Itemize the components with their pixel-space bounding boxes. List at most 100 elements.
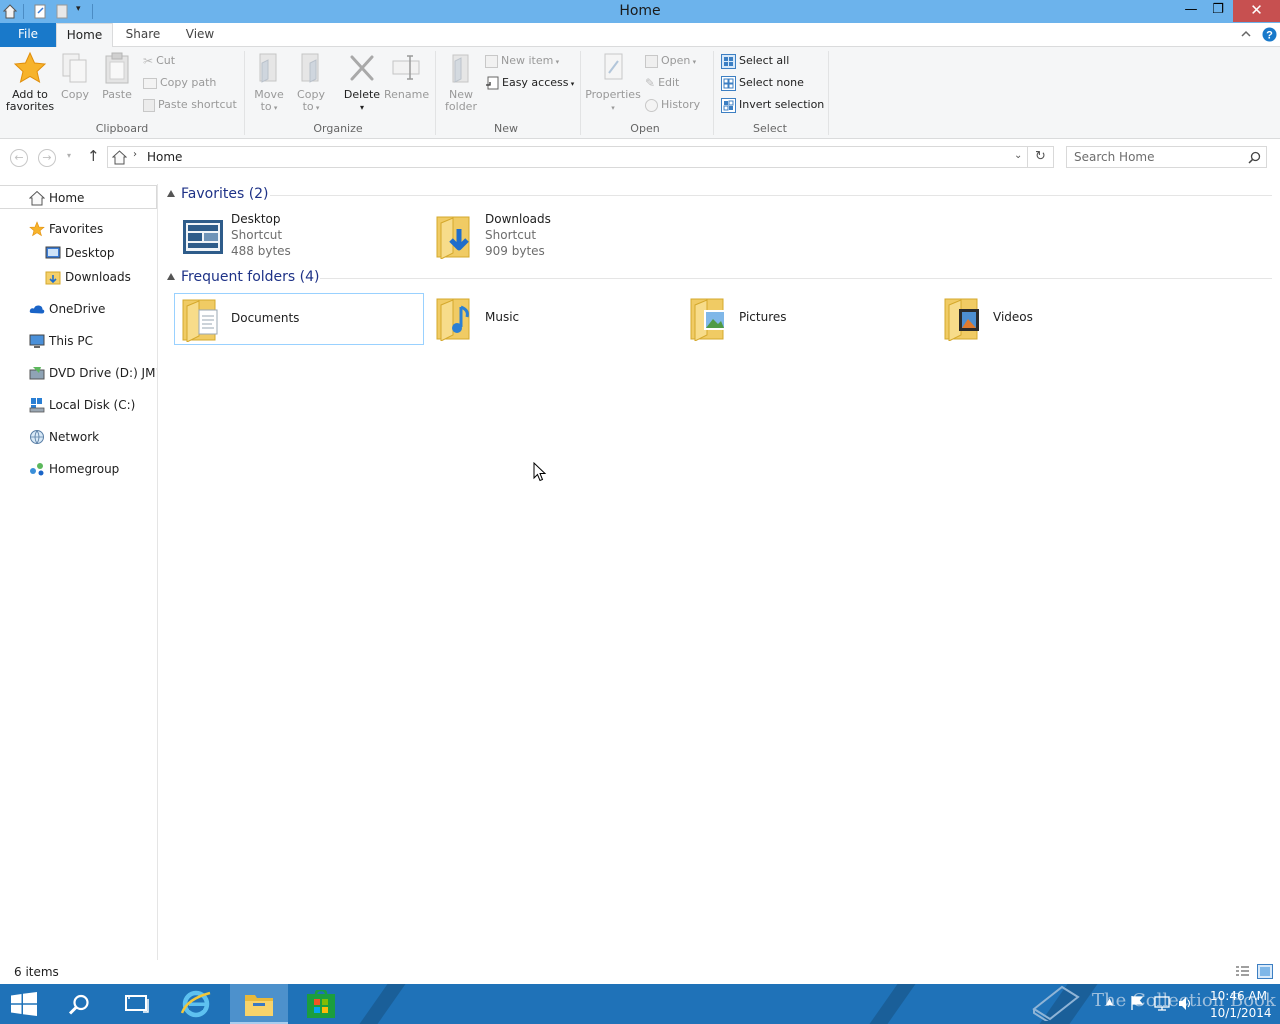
internet-explorer-button[interactable] (168, 984, 224, 1024)
history-label: History (661, 98, 701, 111)
invert-selection-icon (721, 97, 736, 113)
address-bar[interactable]: › Home ⌄ (107, 146, 1028, 168)
copy-path-button[interactable]: Copy path (143, 74, 216, 92)
back-button[interactable]: ← (10, 149, 28, 167)
copy-to-button[interactable]: Copy to ▾ (294, 51, 328, 114)
rename-button[interactable]: Rename (384, 51, 429, 101)
move-to-label-2: to (260, 100, 272, 113)
ribbon: Add to favorites Copy Paste ✂ Cut Copy pat… (0, 47, 1280, 139)
clock-date[interactable]: 10/1/2014 (1210, 1006, 1272, 1020)
tile-documents[interactable]: Documents (174, 293, 424, 345)
details-view-icon[interactable] (1235, 965, 1250, 978)
nav-item-dvd-drive[interactable]: DVD Drive (D:) JM1_C (0, 361, 157, 385)
properties-button[interactable]: Properties ▾ (585, 51, 641, 114)
tile-videos[interactable]: Videos (937, 293, 1187, 345)
downloads-folder-icon (436, 216, 470, 259)
paste-label: Paste (102, 88, 132, 101)
paste-icon (105, 52, 129, 84)
nav-item-this-pc[interactable]: This PC (0, 329, 157, 353)
tile-music[interactable]: Music (429, 293, 679, 345)
copy-button[interactable]: Copy (58, 51, 92, 101)
network-icon (30, 430, 44, 445)
add-to-favorites-button[interactable]: Add to favorites (4, 51, 56, 113)
search-button[interactable] (52, 984, 108, 1024)
up-button[interactable]: ↑ (87, 147, 100, 165)
open-button[interactable]: Open ▾ (645, 52, 696, 70)
edit-button[interactable]: ✎ Edit (645, 74, 679, 92)
volume-icon[interactable] (1178, 996, 1194, 1011)
help-icon[interactable]: ? (1262, 27, 1277, 42)
breadcrumb-home[interactable]: Home (147, 150, 182, 164)
easy-access-label: Easy access (502, 76, 569, 89)
search-input[interactable]: Search Home (1066, 146, 1267, 168)
large-icons-view-icon[interactable] (1257, 964, 1273, 979)
nav-item-downloads[interactable]: Downloads (0, 265, 157, 289)
copy-path-icon (143, 77, 157, 89)
start-button[interactable] (0, 984, 56, 1024)
taskbar: The Collection Book ▲ 10:46 AM 10/1/2014 (0, 984, 1280, 1024)
star-icon (29, 221, 45, 237)
clock-time[interactable]: 10:46 AM (1210, 989, 1267, 1003)
select-all-button[interactable]: Select all (721, 52, 789, 70)
collapse-frequent-icon[interactable] (167, 273, 175, 280)
close-button[interactable]: ✕ (1233, 0, 1280, 22)
new-item-label: New item (501, 54, 554, 67)
paste-button[interactable]: Paste (100, 51, 134, 101)
nav-item-local-disk[interactable]: Local Disk (C:) (0, 393, 157, 417)
tile-desktop[interactable]: Desktop Shortcut 488 bytes (175, 211, 425, 263)
local-disk-icon (29, 398, 45, 413)
store-button[interactable] (292, 984, 348, 1024)
tab-home[interactable]: Home (56, 23, 113, 48)
tab-share[interactable]: Share (117, 23, 169, 47)
action-center-flag-icon[interactable] (1130, 995, 1144, 1011)
file-explorer-folder-icon (245, 995, 273, 1016)
file-explorer-button[interactable] (230, 984, 288, 1024)
network-status-icon[interactable] (1154, 996, 1170, 1011)
invert-selection-label: Invert selection (739, 98, 825, 111)
taskbar-decoration (855, 984, 923, 1024)
forward-button[interactable]: → (38, 149, 56, 167)
recent-locations-chevron-icon[interactable]: ▾ (67, 151, 71, 160)
copy-label: Copy (61, 88, 89, 101)
nav-item-desktop[interactable]: Desktop (0, 241, 157, 265)
home-icon (112, 150, 127, 165)
new-item-button[interactable]: New item ▾ (485, 52, 559, 70)
tile-pictures[interactable]: Pictures (683, 293, 933, 345)
breadcrumb-chevron-icon[interactable]: › (133, 149, 137, 160)
search-icon[interactable] (1248, 151, 1261, 164)
select-none-icon (721, 75, 736, 91)
cut-button[interactable]: ✂ Cut (143, 52, 175, 70)
select-none-button[interactable]: Select none (721, 74, 804, 92)
collapse-favorites-icon[interactable] (167, 190, 175, 197)
easy-access-button[interactable]: Easy access ▾ (485, 74, 574, 92)
navigation-bar: ← → ▾ ↑ › Home ⌄ ↻ Search Home (0, 140, 1280, 174)
invert-selection-button[interactable]: Invert selection (721, 96, 824, 114)
copy-to-icon (301, 53, 319, 83)
nav-item-onedrive[interactable]: OneDrive (0, 297, 157, 321)
nav-item-home[interactable]: Home (0, 185, 157, 209)
new-folder-button[interactable]: New folder (442, 51, 480, 113)
address-history-chevron-icon[interactable]: ⌄ (1014, 150, 1022, 161)
task-view-button[interactable] (108, 984, 164, 1024)
nav-item-favorites[interactable]: Favorites (0, 217, 157, 241)
frequent-folders-section-header[interactable]: Frequent folders (4) (181, 269, 320, 285)
tile-downloads[interactable]: Downloads Shortcut 909 bytes (429, 211, 679, 263)
tab-file[interactable]: File (0, 23, 56, 47)
move-to-button[interactable]: Move to ▾ (252, 51, 286, 114)
nav-label-downloads: Downloads (65, 270, 131, 284)
add-to-favorites-label: Add to favorites (5, 88, 55, 113)
history-button[interactable]: History (645, 96, 700, 114)
show-hidden-icons-chevron-icon[interactable]: ▲ (1106, 997, 1113, 1007)
nav-item-homegroup[interactable]: Homegroup (0, 457, 157, 481)
refresh-button[interactable]: ↻ (1027, 146, 1054, 168)
minimize-button[interactable]: — (1178, 0, 1204, 22)
copy-to-label-2: to (302, 100, 314, 113)
tab-view[interactable]: View (177, 23, 223, 47)
maximize-button[interactable]: ❐ (1205, 0, 1231, 22)
paste-shortcut-button[interactable]: Paste shortcut (143, 96, 237, 114)
nav-item-network[interactable]: Network (0, 425, 157, 449)
delete-button[interactable]: Delete ▾ (342, 51, 382, 114)
favorites-section-header[interactable]: Favorites (2) (181, 186, 269, 202)
minimize-ribbon-chevron-icon[interactable] (1241, 29, 1251, 39)
properties-dropdown-icon: ▾ (611, 104, 615, 112)
